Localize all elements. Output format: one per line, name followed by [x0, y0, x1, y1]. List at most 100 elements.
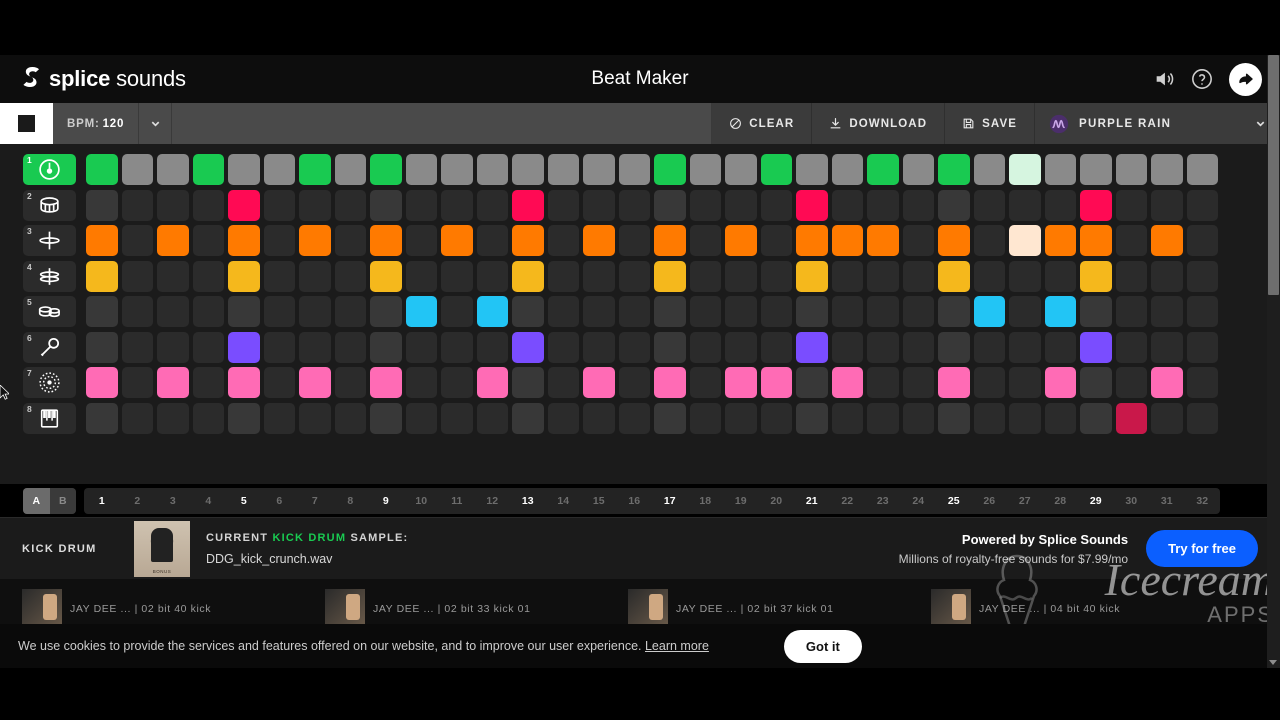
step-number[interactable]: 17 [652, 495, 688, 507]
step-cell[interactable] [120, 225, 156, 257]
step-cell[interactable] [262, 296, 298, 328]
step-cell[interactable] [830, 296, 866, 328]
step-cell[interactable] [404, 367, 440, 399]
step-cell[interactable] [759, 154, 795, 186]
step-cell[interactable] [226, 367, 262, 399]
step-cell[interactable] [368, 402, 404, 434]
step-number[interactable]: 21 [794, 495, 830, 507]
step-number[interactable]: 25 [936, 495, 972, 507]
step-cell[interactable] [723, 296, 759, 328]
step-cell[interactable] [1149, 154, 1185, 186]
step-number[interactable]: 23 [865, 495, 901, 507]
step-cell[interactable] [759, 331, 795, 363]
step-cell[interactable] [1185, 367, 1221, 399]
step-cell[interactable] [191, 225, 227, 257]
track-select-vocal[interactable]: 6 [23, 331, 76, 363]
step-cell[interactable] [936, 154, 972, 186]
step-cell[interactable] [581, 260, 617, 292]
step-cell[interactable] [84, 296, 120, 328]
step-cell[interactable] [830, 260, 866, 292]
step-number[interactable]: 2 [120, 495, 156, 507]
step-cell[interactable] [759, 189, 795, 221]
step-cell[interactable] [1114, 154, 1150, 186]
step-cell[interactable] [759, 402, 795, 434]
step-cell[interactable] [936, 225, 972, 257]
step-cell[interactable] [191, 296, 227, 328]
step-cell[interactable] [617, 154, 653, 186]
bank-a-button[interactable]: A [23, 487, 50, 514]
step-cell[interactable] [1185, 296, 1221, 328]
step-cell[interactable] [333, 154, 369, 186]
bpm-dropdown-button[interactable] [139, 103, 173, 144]
step-cell[interactable] [1043, 331, 1079, 363]
step-cell[interactable] [475, 367, 511, 399]
share-button[interactable] [1229, 62, 1262, 96]
step-cell[interactable] [1078, 189, 1114, 221]
step-cell[interactable] [652, 296, 688, 328]
step-cell[interactable] [1149, 402, 1185, 434]
step-cell[interactable] [972, 402, 1008, 434]
step-cell[interactable] [297, 367, 333, 399]
step-number[interactable]: 10 [404, 495, 440, 507]
step-cell[interactable] [439, 402, 475, 434]
step-cell[interactable] [617, 402, 653, 434]
step-cell[interactable] [865, 260, 901, 292]
step-number[interactable]: 30 [1114, 495, 1150, 507]
play-stop-button[interactable] [0, 103, 53, 144]
step-cell[interactable] [297, 260, 333, 292]
step-cell[interactable] [475, 225, 511, 257]
step-cell[interactable] [297, 331, 333, 363]
step-cell[interactable] [794, 154, 830, 186]
step-cell[interactable] [368, 189, 404, 221]
step-cell[interactable] [510, 331, 546, 363]
step-cell[interactable] [262, 331, 298, 363]
step-cell[interactable] [865, 296, 901, 328]
step-cell[interactable] [226, 225, 262, 257]
step-number[interactable]: 12 [475, 495, 511, 507]
step-cell[interactable] [830, 189, 866, 221]
step-cell[interactable] [1185, 260, 1221, 292]
clear-button[interactable]: CLEAR [712, 103, 813, 144]
step-cell[interactable] [404, 402, 440, 434]
step-cell[interactable] [865, 367, 901, 399]
step-number[interactable]: 22 [830, 495, 866, 507]
track-select-snare[interactable]: 2 [23, 189, 76, 221]
splice-logo[interactable]: splice sounds [18, 66, 186, 92]
step-cell[interactable] [368, 367, 404, 399]
step-cell[interactable] [404, 260, 440, 292]
step-cell[interactable] [688, 260, 724, 292]
step-cell[interactable] [120, 260, 156, 292]
step-cell[interactable] [617, 189, 653, 221]
step-cell[interactable] [510, 402, 546, 434]
step-cell[interactable] [652, 154, 688, 186]
step-number[interactable]: 24 [901, 495, 937, 507]
step-cell[interactable] [546, 402, 582, 434]
step-cell[interactable] [972, 189, 1008, 221]
step-cell[interactable] [652, 402, 688, 434]
step-cell[interactable] [546, 154, 582, 186]
step-cell[interactable] [972, 154, 1008, 186]
step-cell[interactable] [510, 225, 546, 257]
step-cell[interactable] [901, 260, 937, 292]
step-cell[interactable] [191, 154, 227, 186]
step-cell[interactable] [617, 367, 653, 399]
step-cell[interactable] [1078, 260, 1114, 292]
step-cell[interactable] [1043, 296, 1079, 328]
learn-more-link[interactable]: Learn more [645, 639, 709, 653]
step-cell[interactable] [901, 154, 937, 186]
step-cell[interactable] [333, 260, 369, 292]
step-cell[interactable] [475, 154, 511, 186]
step-cell[interactable] [120, 367, 156, 399]
step-cell[interactable] [1007, 189, 1043, 221]
step-cell[interactable] [652, 225, 688, 257]
step-cell[interactable] [1149, 367, 1185, 399]
step-cell[interactable] [617, 296, 653, 328]
step-cell[interactable] [1043, 402, 1079, 434]
step-number[interactable]: 20 [759, 495, 795, 507]
step-cell[interactable] [972, 296, 1008, 328]
step-cell[interactable] [972, 331, 1008, 363]
step-cell[interactable] [581, 154, 617, 186]
step-cell[interactable] [155, 331, 191, 363]
step-cell[interactable] [297, 402, 333, 434]
step-cell[interactable] [652, 189, 688, 221]
